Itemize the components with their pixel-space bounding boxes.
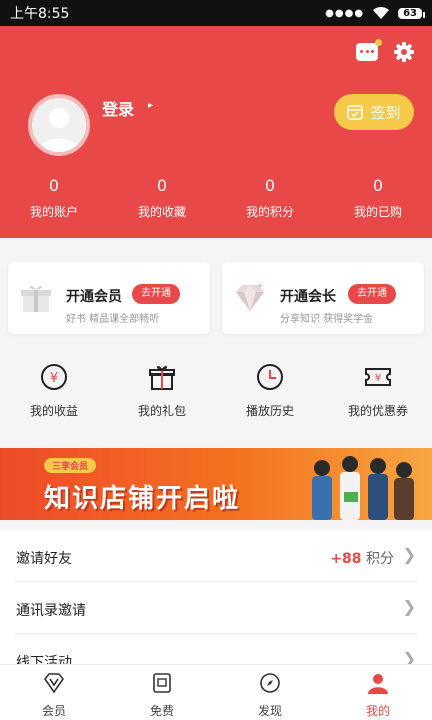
notification-dot <box>375 39 382 46</box>
points-unit: 积分 <box>366 551 394 567</box>
tab-discover[interactable]: 发现 <box>216 665 324 720</box>
stat-value: 0 <box>372 176 384 195</box>
default-avatar-icon <box>39 108 79 152</box>
tab-label: 免费 <box>149 704 174 718</box>
checkin-button[interactable]: 签到 <box>334 94 414 130</box>
vip-title: 开通会员 <box>66 289 122 305</box>
tab-label: 我的 <box>365 704 390 718</box>
diamond-v-icon <box>44 673 64 694</box>
tab-mine[interactable]: 我的 <box>324 665 432 720</box>
quick-link-history[interactable]: 播放历史 <box>216 362 324 419</box>
status-indicators: ●●●● 63 <box>325 6 425 20</box>
checkin-label: 签到 <box>370 103 401 122</box>
tab-label: 会员 <box>41 704 66 718</box>
tab-members[interactable]: 会员 <box>0 665 108 720</box>
contacts-invite-row[interactable]: 通讯录邀请 ❯ <box>14 582 418 634</box>
quick-link-earnings[interactable]: ¥ 我的收益 <box>0 362 108 419</box>
clock-icon <box>257 364 283 390</box>
president-title: 开通会长 <box>280 289 336 305</box>
vip-card[interactable]: 开通会员 去开通 好书 精品课全部畅听 <box>8 262 210 334</box>
person-icon <box>368 674 388 694</box>
points-value: +88 <box>330 551 362 567</box>
status-time: 上午8:55 <box>10 6 70 22</box>
stat-value: 0 <box>48 176 60 195</box>
login-link[interactable]: 登录 <box>102 96 134 120</box>
stats-row: 0 我的账户 0 我的收藏 0 我的积分 0 我的已购 <box>0 176 432 220</box>
stat-favorites[interactable]: 0 我的收藏 <box>108 176 216 220</box>
avatar[interactable] <box>28 94 90 156</box>
quick-link-gifts[interactable]: 我的礼包 <box>108 362 216 419</box>
svg-text:¥: ¥ <box>375 373 381 384</box>
profile-header: 登录 ▸ 签到 0 我的账户 0 我的收藏 0 我的积分 0 我的已购 <box>0 26 432 238</box>
header-actions <box>356 39 414 62</box>
tab-label: 发现 <box>257 704 282 718</box>
svg-text:¥: ¥ <box>50 371 58 386</box>
president-subtitle: 分享知识 获得奖学金 <box>280 314 374 325</box>
diamond-icon <box>236 282 264 311</box>
calendar-check-icon <box>347 105 364 120</box>
gift-box-icon <box>21 285 51 312</box>
invite-points: +88 积分 <box>330 548 394 568</box>
menu-list: 邀请好友 +88 积分 ❯ 通讯录邀请 ❯ 线下活动 ❯ <box>0 530 432 686</box>
president-card[interactable]: 开通会长 去开通 分享知识 获得奖学金 <box>222 262 424 334</box>
contacts-invite-label: 通讯录邀请 <box>16 603 86 619</box>
quick-link-label: 我的优惠券 <box>347 404 408 418</box>
battery-icon: 63 <box>398 7 425 19</box>
quick-link-label: 我的收益 <box>29 404 78 418</box>
students-illustration <box>312 456 414 520</box>
stat-label: 我的积分 <box>245 205 294 219</box>
stat-account[interactable]: 0 我的账户 <box>0 176 108 220</box>
banner-tag: 三享会员 <box>44 458 97 473</box>
wifi-icon <box>373 6 390 19</box>
stat-label: 我的已购 <box>353 205 402 219</box>
compass-icon <box>260 673 280 693</box>
signal-icon: ●●●● <box>325 7 365 19</box>
quick-link-label: 播放历史 <box>245 404 294 418</box>
tab-free[interactable]: 免费 <box>108 665 216 720</box>
yen-coin-icon: ¥ <box>41 364 67 390</box>
stat-points[interactable]: 0 我的积分 <box>216 176 324 220</box>
banner-headline: 知识店铺开启啦 <box>44 484 241 514</box>
quick-links: ¥ 我的收益 我的礼包 播放历史 ¥ 我的优惠券 <box>0 362 432 419</box>
vip-open-button[interactable]: 去开通 <box>132 284 180 304</box>
promo-banner[interactable]: 三享会员 知识店铺开启啦 <box>0 448 432 520</box>
president-open-button[interactable]: 去开通 <box>348 284 396 304</box>
message-icon[interactable] <box>356 39 382 61</box>
quick-link-label: 我的礼包 <box>137 404 186 418</box>
bottom-tab-bar: 会员 免费 发现 我的 <box>0 664 432 720</box>
chevron-right-icon: ❯ <box>402 597 416 616</box>
chevron-right-icon: ❯ <box>402 545 416 564</box>
stat-label: 我的账户 <box>29 205 78 219</box>
settings-gear-icon[interactable] <box>394 42 414 62</box>
invite-friends-label: 邀请好友 <box>16 551 72 567</box>
stat-value: 0 <box>264 176 276 195</box>
stat-label: 我的收藏 <box>137 205 186 219</box>
invite-friends-row[interactable]: 邀请好友 +88 积分 ❯ <box>14 530 418 582</box>
status-bar: 上午8:55 ●●●● 63 <box>0 0 432 26</box>
quick-link-coupons[interactable]: ¥ 我的优惠券 <box>324 362 432 419</box>
login-arrow-icon: ▸ <box>148 100 154 111</box>
coupon-icon: ¥ <box>365 368 391 386</box>
stat-value: 0 <box>156 176 168 195</box>
stat-purchased[interactable]: 0 我的已购 <box>324 176 432 220</box>
vip-subtitle: 好书 精品课全部畅听 <box>66 314 160 325</box>
gift-icon <box>149 366 175 390</box>
book-icon <box>153 673 171 693</box>
